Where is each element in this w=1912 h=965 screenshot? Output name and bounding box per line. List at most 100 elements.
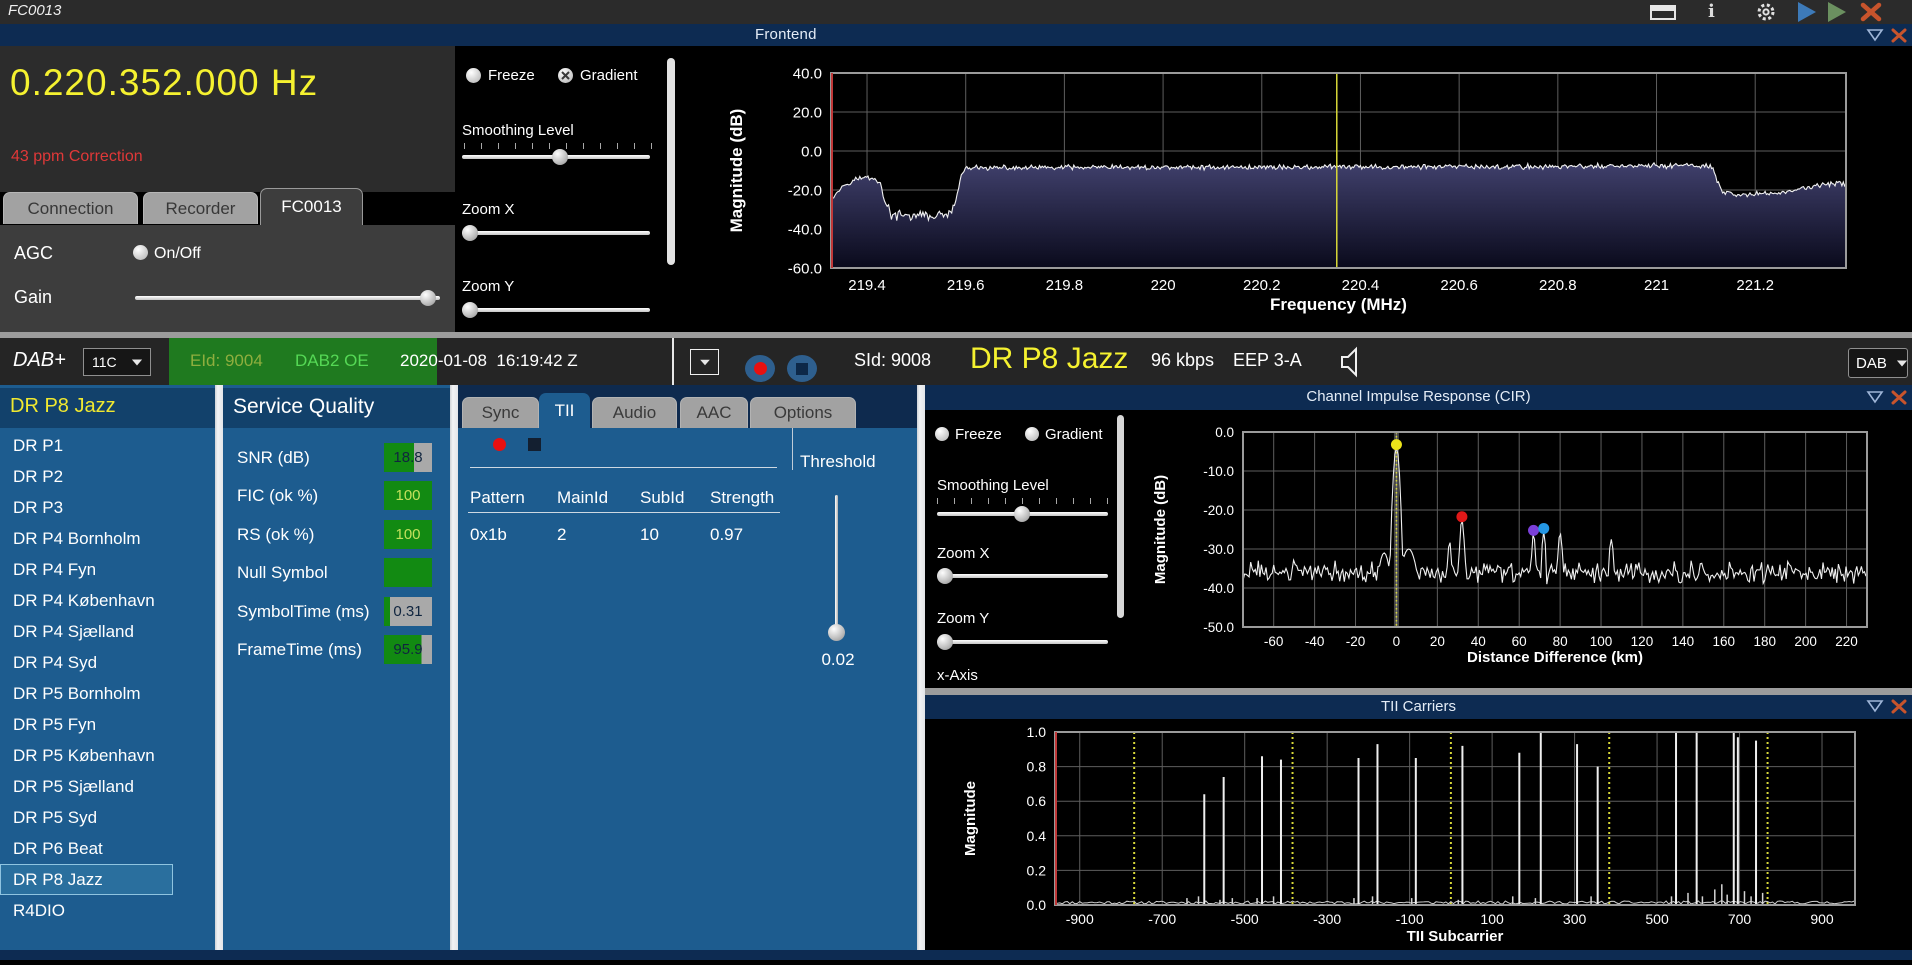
service-item-dr-p2[interactable]: DR P2 [0,461,215,492]
svg-text:-50.0: -50.0 [1203,620,1234,635]
info-icon[interactable]: i [1708,1,1715,22]
service-item-dr-p5-syd[interactable]: DR P5 Syd [0,802,215,833]
cir-zoomy-thumb[interactable] [937,634,953,650]
spectrum-zoomx-track[interactable] [462,231,650,235]
service-item-dr-p8-jazz[interactable]: DR P8 Jazz [0,864,173,895]
close-window-icon[interactable] [1860,2,1882,22]
channel-dropdown[interactable]: 11C [83,348,151,376]
cir-svg: -60 -40 -20 0 20 40 60 80 100 120 140 160 180 200 220 0… [1152,425,1868,666]
stop-square-icon [796,362,808,375]
window-title: FC0013 [8,2,62,19]
svg-text:180: 180 [1753,634,1776,649]
frontend-spectrum-chart[interactable]: 219.4 219.6 219.8 220 220.2 220.4 220.6 220.8 22… [680,46,1912,332]
svg-text:Magnitude: Magnitude [962,781,979,856]
spectrum-zoomx-label: Zoom X [462,201,515,218]
threshold-slider-thumb[interactable] [828,624,845,641]
tii-carriers-collapse-icon[interactable] [1866,699,1884,714]
frontend-tab-fc0013[interactable]: FC0013 [260,188,363,225]
cir-freeze-radio[interactable] [935,427,949,441]
service-item-dr-p5-bornholm[interactable]: DR P5 Bornholm [0,678,215,709]
service-item-dr-p4-bornholm[interactable]: DR P4 Bornholm [0,523,215,554]
tii-cell[interactable]: 2 [557,525,566,545]
gain-slider-track[interactable] [135,296,440,300]
cir-zoomx-thumb[interactable] [937,568,953,584]
spectrum-controls-scrollbar[interactable] [667,58,675,265]
ensemble-id: EId: 9004 [190,351,263,370]
window-layout-icon[interactable] [1650,5,1676,20]
tii-cell[interactable]: 10 [640,525,659,545]
service-list-scrollbar[interactable] [215,385,223,952]
output-mode-dropdown[interactable]: DAB [1848,348,1908,378]
spectrum-zoomy-thumb[interactable] [462,302,478,318]
cir-smoothing-thumb[interactable] [1014,506,1030,522]
cir-horizontal-scrollbar[interactable] [925,688,1912,695]
decoder-tab-sync[interactable]: Sync [462,397,539,428]
cir-gradient-radio[interactable] [1025,427,1039,441]
decoder-tab-tii[interactable]: TII [539,393,590,428]
quality-value-badge: 95.9 [384,635,432,664]
spectrum-zoomx-thumb[interactable] [462,225,478,241]
speaker-mute-icon[interactable] [1338,346,1368,378]
cir-controls-scrollbar[interactable] [1117,415,1124,618]
fc0013-tab-content: AGC On/Off Gain [0,225,455,332]
cir-xaxis-label: x-Axis [937,667,978,684]
service-item-dr-p5-københavn[interactable]: DR P5 København [0,740,215,771]
quality-label: FrameTime (ms) [237,640,362,659]
channel-dropdown-caret-icon [131,359,142,365]
service-item-dr-p4-sjælland[interactable]: DR P4 Sjælland [0,616,215,647]
settings-gear-icon[interactable] [1755,1,1777,23]
agc-label: AGC [14,243,54,263]
service-bitrate: 96 kbps [1151,350,1215,370]
cir-zoomy-track[interactable] [937,640,1108,644]
svg-text:0.4: 0.4 [1027,828,1047,844]
tii-cell[interactable]: 0.97 [710,525,743,545]
svg-text:-100: -100 [1396,911,1424,927]
service-item-dr-p4-syd[interactable]: DR P4 Syd [0,647,215,678]
service-item-dr-p5-sjælland[interactable]: DR P5 Sjælland [0,771,215,802]
decoder-panel: Sync TII Audio AAC Options Pattern MainId SubI… [458,385,917,952]
svg-text:219.8: 219.8 [1046,277,1084,294]
quality-row: RS (ok %) 100 [223,517,450,555]
spectrum-smoothing-thumb[interactable] [552,149,568,165]
service-id: SId: 9008 [854,350,932,370]
decoder-tab-options[interactable]: Options [750,397,856,428]
frontend-collapse-icon[interactable] [1866,28,1884,43]
gain-slider-thumb[interactable] [420,290,436,306]
cir-chart: -60 -40 -20 0 20 40 60 80 100 120 140 160 180 200 220 0… [1135,410,1912,690]
threshold-value: 0.02 [821,650,855,669]
frontend-tab-recorder[interactable]: Recorder [143,192,258,224]
spectrum-freeze-radio[interactable] [466,68,481,83]
play-secondary-button[interactable] [1828,2,1846,22]
service-item-dr-p4-fyn[interactable]: DR P4 Fyn [0,554,215,585]
spectrum-zoomy-track[interactable] [462,308,650,312]
service-item-dr-p6-beat[interactable]: DR P6 Beat [0,833,215,864]
tii-cell[interactable]: 0x1b [470,525,507,545]
tii-stop-indicator[interactable] [528,438,541,451]
spectrum-gradient-radio[interactable] [558,68,573,83]
frontend-tab-connection[interactable]: Connection [3,192,138,224]
service-item-dr-p1[interactable]: DR P1 [0,430,215,461]
tii-record-indicator[interactable] [493,438,506,451]
svg-text:220.2: 220.2 [1243,277,1281,294]
service-item-dr-p5-fyn[interactable]: DR P5 Fyn [0,709,215,740]
service-item-r4dio[interactable]: R4DIO [0,895,215,926]
play-button[interactable] [1798,2,1816,22]
stop-button[interactable] [787,355,817,382]
record-button[interactable] [745,355,775,382]
svg-text:900: 900 [1810,911,1834,927]
service-quality-title: Service Quality [233,395,375,418]
agc-radio[interactable] [133,245,148,260]
threshold-slider-track[interactable] [835,495,838,630]
service-item-dr-p4-københavn[interactable]: DR P4 København [0,585,215,616]
tii-carriers-close-icon[interactable] [1891,699,1907,714]
service-protection: EEP 3-A [1233,350,1302,370]
record-options-dropdown[interactable] [690,349,719,375]
cir-zoomx-track[interactable] [937,574,1108,578]
cir-smoothing-tickmarks [937,498,1108,504]
cir-collapse-icon[interactable] [1866,390,1884,405]
frontend-close-icon[interactable] [1891,28,1907,43]
service-item-dr-p3[interactable]: DR P3 [0,492,215,523]
decoder-tab-aac[interactable]: AAC [680,397,748,428]
decoder-tab-audio[interactable]: Audio [592,397,677,428]
cir-close-icon[interactable] [1891,390,1907,405]
